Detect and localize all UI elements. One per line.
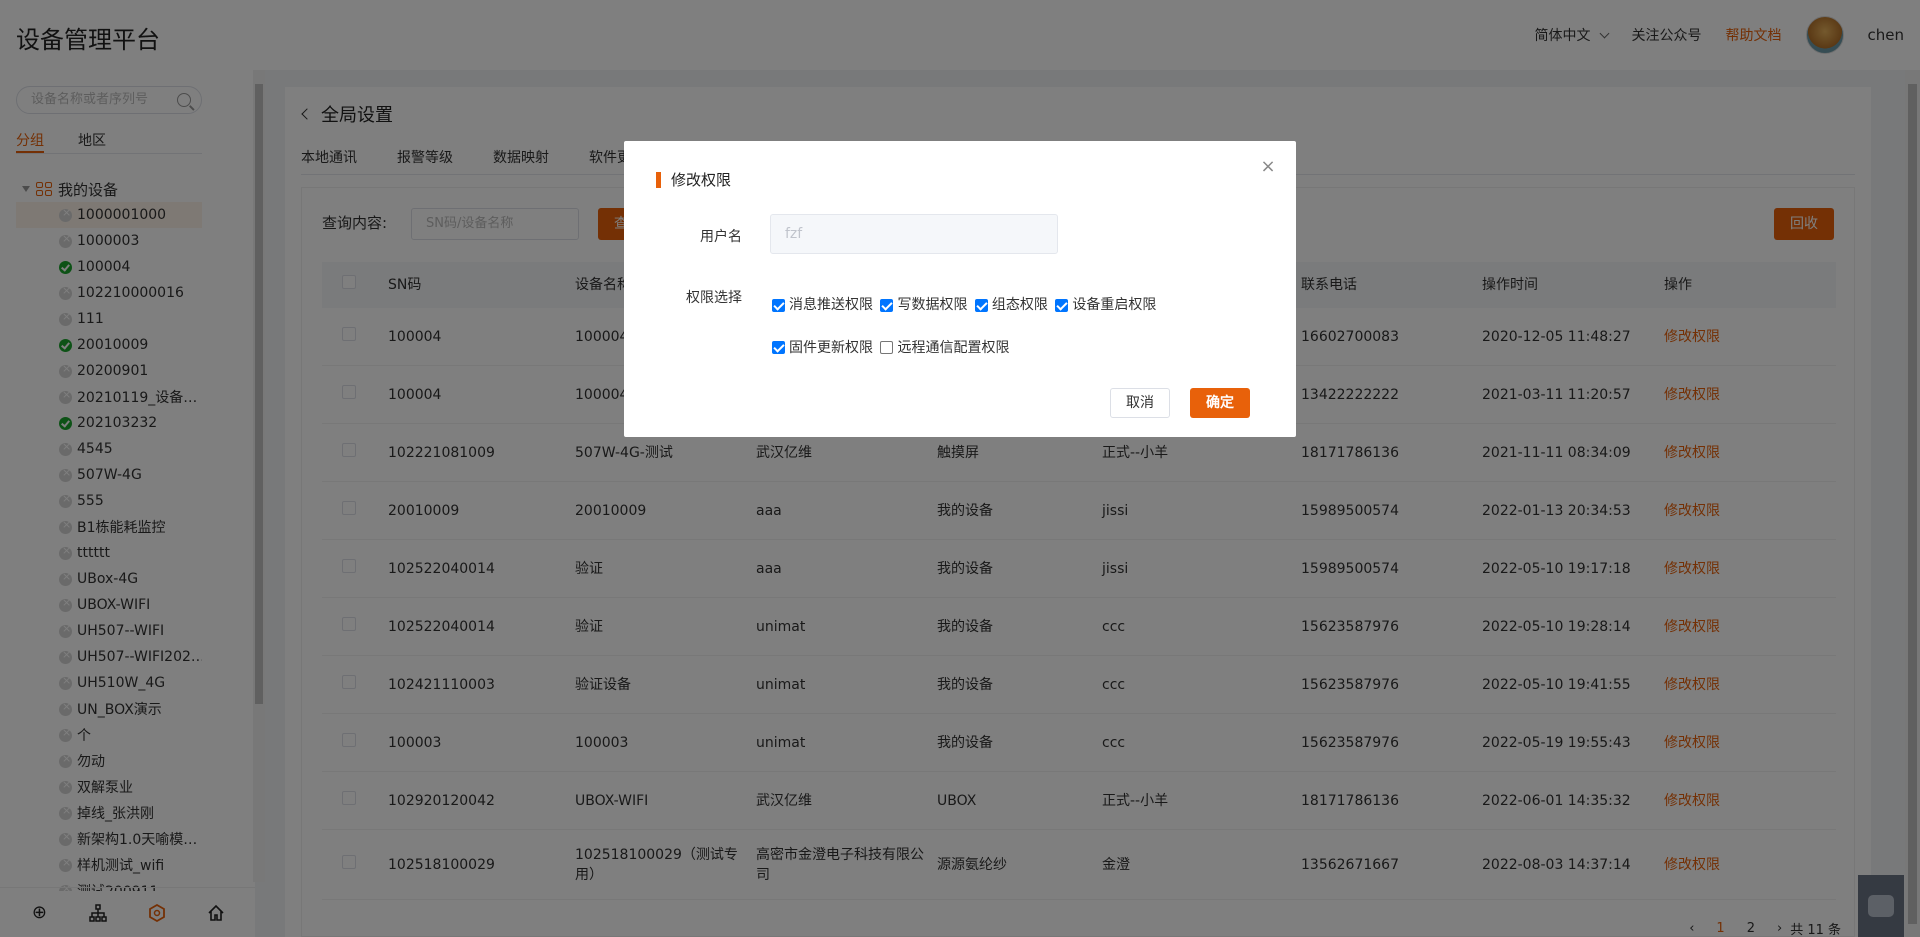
perm-device-restart[interactable]: 设备重启权限	[1055, 285, 1156, 325]
permission-label: 权限选择	[686, 290, 742, 306]
username-input: fzf	[770, 214, 1058, 254]
perm-label: 组态权限	[991, 297, 1048, 313]
perm-label: 消息推送权限	[789, 297, 873, 313]
checkbox[interactable]	[772, 298, 785, 312]
perm-configuration[interactable]: 组态权限	[974, 285, 1048, 325]
perm-label: 固件更新权限	[789, 339, 873, 356]
checkbox[interactable]	[974, 298, 988, 312]
checkbox[interactable]	[1055, 298, 1069, 312]
username-label: 用户名	[700, 229, 742, 245]
perm-label: 写数据权限	[897, 297, 968, 313]
perm-message-push[interactable]: 消息推送权限	[772, 285, 873, 325]
permission-checkboxes: 消息推送权限 写数据权限 组态权限 设备重启权限 固件更新权限 远程通信配置权限	[772, 285, 1262, 370]
dialog-title: 修改权限	[656, 169, 731, 190]
perm-label: 远程通信配置权限	[897, 339, 1010, 356]
title-accent-bar	[656, 171, 661, 188]
confirm-button[interactable]: 确定	[1190, 388, 1250, 418]
checkbox[interactable]	[772, 341, 785, 354]
cancel-button[interactable]: 取消	[1110, 388, 1170, 418]
edit-permission-dialog: 修改权限 × 用户名 fzf 权限选择 消息推送权限 写数据权限 组态权限 设备…	[624, 141, 1296, 437]
username-value: fzf	[785, 226, 803, 242]
perm-write-data[interactable]: 写数据权限	[880, 285, 967, 325]
perm-label: 设备重启权限	[1072, 297, 1157, 313]
perm-firmware-update[interactable]: 固件更新权限	[772, 328, 873, 368]
close-icon[interactable]: ×	[1260, 158, 1276, 176]
perm-remote-comm-config[interactable]: 远程通信配置权限	[880, 328, 1009, 368]
dialog-title-text: 修改权限	[671, 171, 732, 189]
checkbox[interactable]	[880, 341, 894, 354]
checkbox[interactable]	[880, 298, 894, 312]
